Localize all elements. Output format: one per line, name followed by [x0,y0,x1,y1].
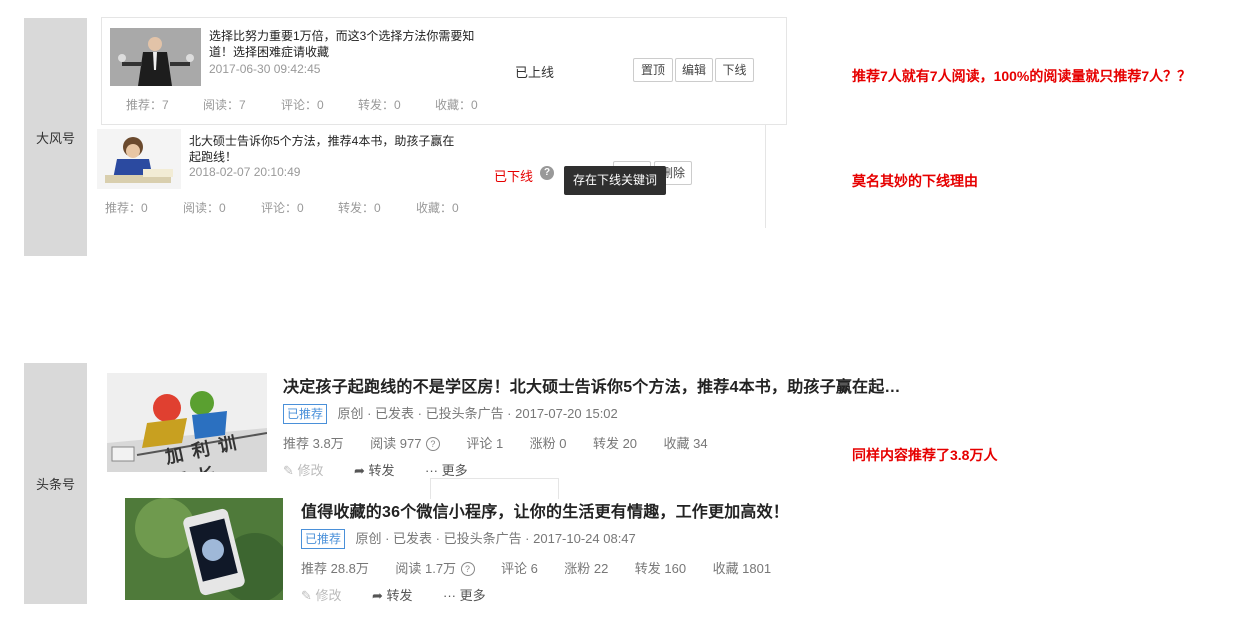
article-timestamp: 2018-02-07 20:10:49 [189,165,301,179]
child-studying-thumbnail-image [97,129,181,189]
status-offline: 已下线 [494,169,534,184]
stat-comment: 评论 1 [466,436,504,451]
tooltip: 存在下线关键词 [564,166,666,195]
ellipsis-icon: ··· [425,463,438,478]
stat-comment: 评论：0 [261,201,304,215]
pencil-icon: ✎ [283,463,294,478]
stat-recommend: 推荐 3.8万 [283,436,344,451]
stat-read: 阅读 977 [370,436,422,451]
stat-read: 阅读：7 [203,98,246,112]
annotation-note: 同样内容推荐了3.8万人 [852,447,998,463]
offline-button[interactable]: 下线 [715,58,754,82]
article-meta: 原创 · 已发表 · 已投头条广告 · 2017-10-24 08:47 [355,531,636,546]
stat-comment: 评论 6 [500,561,538,576]
help-question-icon[interactable]: ? [425,437,440,451]
stat-read: 阅读：0 [183,201,226,215]
article-title[interactable]: 决定孩子起跑线的不是学区房！北大硕士告诉你5个方法，推荐4本书，助孩子赢在起… [283,373,901,397]
stat-repost: 转发：0 [358,98,401,112]
edit-action-label: 修改 [297,463,324,478]
phone-in-hand-thumbnail-image [125,498,283,600]
article-meta: 原创 · 已发表 · 已投头条广告 · 2017-07-20 15:02 [337,406,618,421]
dafeng-article-1-card: 选择比努力重要1万倍，而这3个选择方法你需要知道！选择困难症请收藏 2017-0… [101,17,787,125]
stat-repost: 转发 160 [634,561,687,576]
article-thumbnail[interactable] [125,498,283,600]
meta-row: 已推荐 原创 · 已发表 · 已投头条广告 · 2017-07-20 15:02 [283,403,618,424]
actions-row: ✎ 修改 ➦ 转发 ··· 更多 [283,460,468,480]
edit-action[interactable]: ✎ 修改 [301,588,342,603]
repost-action[interactable]: ➦ 转发 [354,463,395,478]
annotation-note: 推荐7人就有7人阅读，100%的阅读量就只推荐7人？？ [852,68,1192,84]
stat-fans: 涨粉 22 [564,561,609,576]
more-action[interactable]: ··· 更多 [443,588,486,603]
more-action-label: 更多 [441,463,468,478]
annotation-note: 莫名其妙的下线理由 [852,173,978,189]
stat-repost: 转发：0 [338,201,381,215]
share-arrow-icon: ➦ [372,588,383,603]
stat-favorite: 收藏：0 [435,98,478,112]
tooltip-text: 存在下线关键词 [572,173,657,187]
stat-favorite: 收藏：0 [416,201,459,215]
article-title[interactable]: 值得收藏的36个微信小程序，让你的生活更有情趣，工作更加高效！ [301,498,789,522]
stat-read: 阅读 1.7万 [395,561,457,576]
actions-row: ✎ 修改 ➦ 转发 ··· 更多 [301,585,486,605]
stat-recommend: 推荐 28.8万 [301,561,369,576]
dafeng-label-text: 大风号 [35,130,75,146]
ellipsis-icon: ··· [443,588,456,603]
article-thumbnail[interactable]: 加 利 训 课 长 [107,373,267,472]
article-timestamp: 2017-06-30 09:42:45 [209,62,321,76]
help-question-icon[interactable]: ? [540,166,554,180]
toutiao-side-label: 头条号 [24,363,87,604]
article-thumbnail[interactable] [110,28,201,86]
stat-comment: 评论：0 [281,98,324,112]
repost-action-label: 转发 [368,463,395,478]
edit-button[interactable]: 编辑 [675,58,713,82]
divider-line [765,124,766,228]
article-title[interactable]: 选择比努力重要1万倍，而这3个选择方法你需要知道！选择困难症请收藏 [209,28,484,60]
recommended-badge: 已推荐 [301,529,346,549]
dafeng-side-label: 大风号 [24,18,87,256]
repost-action-label: 转发 [386,588,413,603]
pencil-icon: ✎ [301,588,312,603]
edit-action-label: 修改 [315,588,342,603]
stat-repost: 转发 20 [592,436,638,451]
help-question-icon[interactable]: ? [460,562,475,576]
stat-fans: 涨粉 0 [529,436,567,451]
stat-recommend: 推荐：7 [126,98,169,112]
stats-row: 推荐 28.8万 阅读 1.7万 ? 评论 6 涨粉 22 转发 160 收藏 … [301,558,771,578]
recommended-badge: 已推荐 [283,404,328,424]
stat-favorite: 收藏 1801 [712,561,772,576]
toutiao-label-text: 头条号 [35,477,75,492]
man-in-suit-thumbnail-image [110,28,201,86]
stats-row: 推荐 3.8万 阅读 977 ? 评论 1 涨粉 0 转发 20 收藏 34 [283,433,708,453]
edit-action[interactable]: ✎ 修改 [283,463,324,478]
pin-button[interactable]: 置顶 [633,58,673,82]
repost-action[interactable]: ➦ 转发 [372,588,413,603]
meta-row: 已推荐 原创 · 已发表 · 已投头条广告 · 2017-10-24 08:47 [301,528,636,549]
more-action-label: 更多 [459,588,486,603]
more-dropdown [430,478,559,499]
stat-recommend: 推荐：0 [105,201,148,215]
article-thumbnail[interactable] [97,129,181,189]
stat-favorite: 收藏 34 [663,436,708,451]
article-title[interactable]: 北大硕士告诉你5个方法，推荐4本书，助孩子赢在起跑线！ [189,133,464,165]
status-online: 已上线 [515,65,555,80]
share-arrow-icon: ➦ [354,463,365,478]
more-action[interactable]: ··· 更多 [425,463,468,478]
